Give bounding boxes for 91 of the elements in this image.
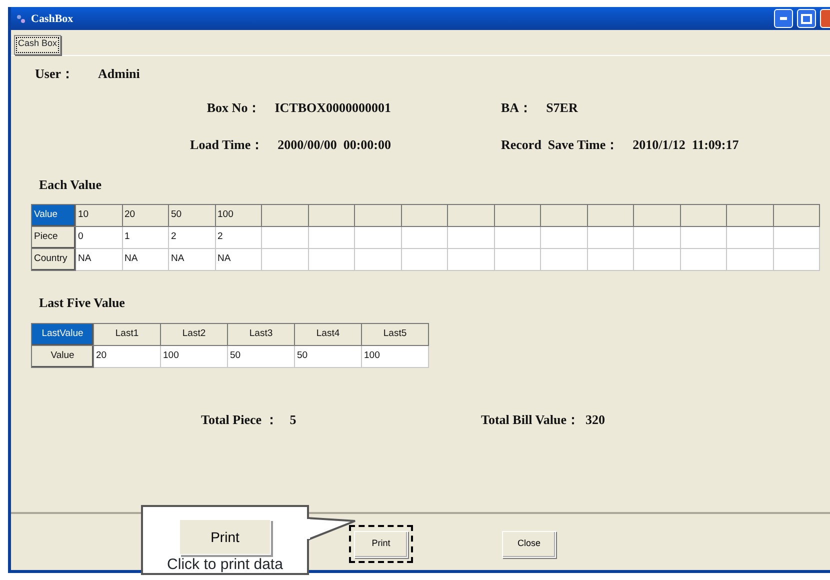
table-cell <box>494 226 540 248</box>
row-header[interactable]: Value <box>32 204 76 226</box>
table-cell: 10 <box>76 204 122 226</box>
field-label: Box No： <box>206 98 261 116</box>
table-cell <box>401 204 448 226</box>
row-header[interactable]: LastValue <box>32 323 94 345</box>
table-cell: NA <box>168 248 215 270</box>
field-value: ICTBOX0000000001 <box>274 98 391 116</box>
minimize-icon <box>780 17 787 20</box>
maximize-icon <box>801 14 812 24</box>
table-cell <box>773 226 820 248</box>
table-cell <box>494 204 540 226</box>
column-header: Last5 <box>362 323 428 345</box>
table-cell <box>308 204 354 226</box>
field-label: Load Time： <box>190 136 264 154</box>
table-cell <box>634 248 680 270</box>
total-value: 5 <box>290 410 296 428</box>
table-cell <box>448 248 494 270</box>
table-cell <box>448 204 494 226</box>
window-title: CashBox <box>31 12 74 24</box>
column-header: Last3 <box>228 323 294 345</box>
table-cell <box>726 226 773 248</box>
table-cell <box>401 248 448 270</box>
table-cell <box>680 226 726 248</box>
field-label: BA： <box>501 98 532 116</box>
field-value: S7ER <box>546 98 578 116</box>
column-header: Last1 <box>94 323 160 345</box>
table-cell <box>540 248 587 270</box>
table-cell <box>773 248 820 270</box>
table-cell: NA <box>76 248 122 270</box>
minimize-button[interactable] <box>774 9 793 28</box>
table-cell <box>448 226 494 248</box>
callout-text: Click to print data <box>167 557 283 573</box>
total-value: 320 <box>586 410 605 428</box>
table-cell: 0 <box>76 226 122 248</box>
field-label: Record Save Time： <box>501 136 619 154</box>
total-label: Total Bill Value： <box>481 410 580 428</box>
table-cell <box>634 226 680 248</box>
table-cell <box>494 248 540 270</box>
table-cell <box>354 248 401 270</box>
table-cell <box>262 248 308 270</box>
table-cell: 50 <box>168 204 215 226</box>
table-cell <box>262 226 308 248</box>
tab[interactable]: Cash Box <box>14 35 62 55</box>
table-cell <box>773 204 820 226</box>
user-label: User： <box>35 65 74 83</box>
close-button[interactable] <box>820 9 830 28</box>
user-value: Admini <box>98 65 140 83</box>
table-cell: 2 <box>215 226 262 248</box>
table-cell <box>587 248 634 270</box>
table-cell <box>401 226 448 248</box>
table-cell: NA <box>122 248 168 270</box>
print-button[interactable]: Print <box>354 530 408 558</box>
table-cell <box>726 204 773 226</box>
table-cell: 1 <box>122 226 168 248</box>
table-cell <box>262 204 308 226</box>
section-title: Each Value <box>39 176 102 194</box>
table-cell <box>726 248 773 270</box>
table-cell <box>354 226 401 248</box>
row-header[interactable]: Country <box>32 248 76 270</box>
column-header: Last4 <box>294 323 362 345</box>
total-label: Total Piece ： <box>201 410 278 428</box>
field-value: 2010/1/12 11:09:17 <box>632 136 739 154</box>
table-cell <box>680 248 726 270</box>
table-cell <box>540 204 587 226</box>
section-title: Last Five Value <box>39 294 126 312</box>
row-header[interactable]: Value <box>32 345 94 367</box>
table-cell <box>587 204 634 226</box>
table-cell <box>634 204 680 226</box>
field-value: 2000/00/00 00:00:00 <box>278 136 391 154</box>
table-cell: 20 <box>94 345 160 367</box>
table-cell: 50 <box>228 345 294 367</box>
table-cell: 50 <box>294 345 362 367</box>
table-cell: 2 <box>168 226 215 248</box>
table-cell <box>308 226 354 248</box>
column-header: Last2 <box>160 323 228 345</box>
table-cell <box>680 204 726 226</box>
close-button[interactable]: Close <box>502 530 556 558</box>
table-cell <box>354 204 401 226</box>
row-header[interactable]: Piece <box>32 226 76 248</box>
table-cell: 100 <box>160 345 228 367</box>
table-cell: 100 <box>215 204 262 226</box>
table-cell: NA <box>215 248 262 270</box>
table-cell <box>308 248 354 270</box>
print-button[interactable]: Print <box>179 519 271 555</box>
app-icon <box>15 12 27 24</box>
table-cell: 100 <box>362 345 428 367</box>
maximize-button[interactable] <box>797 9 816 28</box>
table-cell <box>587 226 634 248</box>
table-cell <box>540 226 587 248</box>
table-cell: 20 <box>122 204 168 226</box>
